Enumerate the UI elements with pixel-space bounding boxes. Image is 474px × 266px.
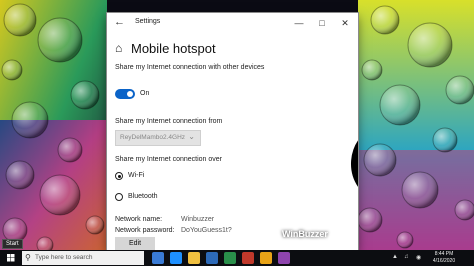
share-from-dropdown[interactable]: ReyDelMambo2.4GHz ⌄ <box>115 130 201 146</box>
page-title: Mobile hotspot <box>131 41 216 56</box>
chevron-down-icon: ⌄ <box>188 132 195 141</box>
radio-bluetooth[interactable] <box>115 193 123 201</box>
powerpoint-app[interactable] <box>242 252 254 264</box>
network-name-value: Winbuzzer <box>181 216 215 223</box>
clock-date: 4/16/2020 <box>432 258 456 264</box>
toggle-state-label: On <box>140 90 150 97</box>
share-heading: Share my Internet connection with other … <box>115 64 265 71</box>
taskbar: ⚲ Type here to search ▲ ♫ ◉ 8:44 PM 4/16… <box>0 250 474 266</box>
settings-window: ← Settings — □ ✕ ⌂ Mobile hotspot Share … <box>107 13 358 250</box>
windows-logo-icon[interactable] <box>0 250 22 266</box>
start-tooltip: Start <box>2 239 23 249</box>
network-password-value: DoYouGuess1t? <box>181 227 232 234</box>
edge-app[interactable] <box>170 252 182 264</box>
network-name-label: Network name: <box>115 216 163 223</box>
window-title: Settings <box>135 18 161 25</box>
search-placeholder: Type here to search <box>35 254 93 261</box>
edit-button[interactable]: Edit <box>115 237 155 250</box>
settings-app[interactable] <box>278 252 290 264</box>
hotspot-broadcast-icon <box>351 140 358 187</box>
clock-time: 8:44 PM <box>434 251 454 257</box>
share-over-heading: Share my Internet connection over <box>115 156 223 163</box>
minimize-icon[interactable]: — <box>288 15 310 31</box>
search-icon: ⚲ <box>25 253 31 262</box>
share-from-heading: Share my Internet connection from <box>115 118 223 125</box>
file-explorer-app[interactable] <box>188 252 200 264</box>
excel-app[interactable] <box>224 252 236 264</box>
title-bar: ← Settings — □ ✕ <box>107 13 358 33</box>
volume-tray-icon[interactable]: ♫ <box>404 254 409 260</box>
search-box[interactable]: ⚲ Type here to search <box>22 251 144 265</box>
radio-wifi[interactable] <box>115 172 123 180</box>
hotspot-toggle[interactable] <box>115 89 135 99</box>
wifi-tray-icon[interactable]: ◉ <box>416 254 421 261</box>
network-password-label: Network password: <box>115 227 175 234</box>
winbuzzer-watermark: WinBuzzer <box>282 229 328 239</box>
radio-wifi-label: Wi-Fi <box>128 172 145 179</box>
word-app[interactable] <box>206 252 218 264</box>
task-view-app[interactable] <box>152 252 164 264</box>
close-icon[interactable]: ✕ <box>334 15 356 31</box>
home-icon[interactable]: ⌂ <box>115 41 122 55</box>
radio-bluetooth-label: Bluetooth <box>128 193 158 200</box>
back-arrow-icon[interactable]: ← <box>114 16 125 28</box>
share-from-value: ReyDelMambo2.4GHz <box>120 134 186 141</box>
maximize-icon[interactable]: □ <box>311 15 333 31</box>
chrome-app[interactable] <box>260 252 272 264</box>
network-tray-icon[interactable]: ▲ <box>392 254 398 260</box>
clock[interactable]: 8:44 PM 4/16/2020 <box>430 251 458 265</box>
